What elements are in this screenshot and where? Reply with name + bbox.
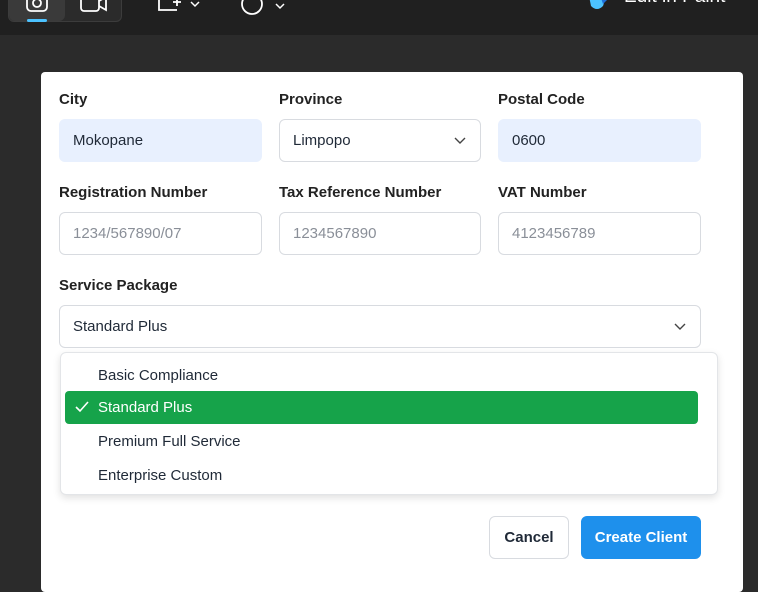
province-select-value: Limpopo: [293, 132, 351, 149]
service-package-dropdown: Basic Compliance Standard Plus Premium F…: [60, 352, 718, 495]
paint-icon: [589, 0, 607, 9]
chevron-down-icon: [454, 137, 466, 144]
vat-number-label: VAT Number: [498, 184, 587, 201]
service-package-select[interactable]: Standard Plus: [59, 305, 701, 348]
camera-icon: [26, 0, 48, 12]
timer-icon[interactable]: [240, 0, 290, 18]
video-camera-icon: [80, 0, 107, 12]
capture-mode-toggle: [8, 0, 122, 22]
postal-code-label: Postal Code: [498, 91, 585, 108]
dropdown-option-premium-full-service[interactable]: Premium Full Service: [65, 425, 698, 458]
tax-reference-number-input[interactable]: 1234567890: [279, 212, 481, 255]
screenshot-mode-button[interactable]: [9, 0, 65, 22]
registration-number-label: Registration Number: [59, 184, 208, 201]
vat-number-input[interactable]: 4123456789: [498, 212, 701, 255]
create-client-button[interactable]: Create Client: [581, 516, 701, 559]
snipping-toolbar: Edit in Paint: [0, 0, 758, 35]
registration-number-input[interactable]: 1234/567890/07: [59, 212, 262, 255]
edit-in-paint-label[interactable]: Edit in Paint: [624, 0, 725, 8]
city-label: City: [59, 91, 88, 108]
province-select[interactable]: Limpopo: [279, 119, 481, 162]
snip-shape-icon[interactable]: [155, 0, 205, 16]
create-client-modal: City Mokopane Province Limpopo Postal Co…: [41, 72, 743, 592]
cancel-button[interactable]: Cancel: [489, 516, 569, 559]
dropdown-option-enterprise-custom[interactable]: Enterprise Custom: [65, 459, 698, 492]
city-input[interactable]: Mokopane: [59, 119, 262, 162]
chevron-down-icon: [674, 323, 686, 330]
service-package-select-value: Standard Plus: [73, 318, 168, 335]
province-label: Province: [279, 91, 343, 108]
dropdown-option-standard-plus[interactable]: Standard Plus: [65, 391, 698, 424]
service-package-label: Service Package: [59, 277, 178, 294]
dropdown-option-basic-compliance[interactable]: Basic Compliance: [65, 359, 698, 392]
active-mode-indicator: [27, 19, 47, 22]
tax-reference-number-label: Tax Reference Number: [279, 184, 442, 201]
check-icon: [75, 401, 89, 413]
postal-code-input[interactable]: 0600: [498, 119, 701, 162]
video-mode-button[interactable]: [65, 0, 121, 21]
